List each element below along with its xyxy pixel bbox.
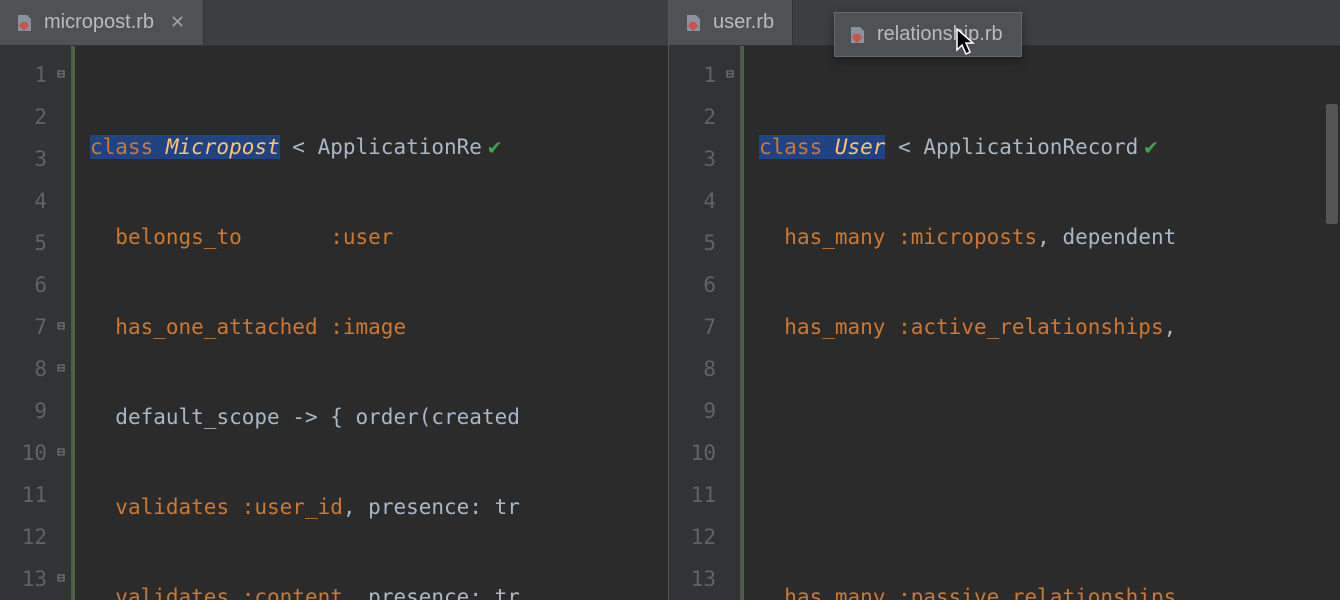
line-number: 5 (0, 222, 71, 264)
code-line: has_many :microposts, dependent (759, 216, 1340, 258)
right-pane: user.rb 1 2 3 4 5 6 7 8 9 10 11 12 13 ⊟ (668, 0, 1340, 600)
drag-tab-label: relationship.rb (877, 23, 1003, 46)
fold-marker-icon[interactable]: ⊟ (54, 362, 68, 376)
code-line: class Micropost < ApplicationRe✔ (90, 126, 668, 168)
ruby-file-icon (683, 13, 703, 33)
line-number: 3 (0, 138, 71, 180)
line-number: 12 (669, 516, 740, 558)
close-icon[interactable]: ✕ (170, 12, 185, 33)
ruby-file-icon (14, 13, 34, 33)
tab-label: user.rb (713, 11, 774, 34)
fold-marker-icon[interactable]: ⊟ (54, 572, 68, 586)
fold-marker-icon[interactable]: ⊟ (54, 446, 68, 460)
fold-marker-icon[interactable]: ⊟ (54, 68, 68, 82)
line-number: 6 (669, 264, 740, 306)
line-number: 13 (669, 558, 740, 600)
line-number: 2 (669, 96, 740, 138)
code-line: class User < ApplicationRecord✔ (759, 126, 1340, 168)
line-number: 4 (0, 180, 71, 222)
code-line: default_scope -> { order(created (90, 396, 668, 438)
code-line: validates :content, presence: tr (90, 576, 668, 600)
vcs-margin (72, 46, 75, 600)
scrollbar-thumb[interactable] (1326, 104, 1338, 224)
line-number: 11 (0, 474, 71, 516)
line-number: 9 (669, 390, 740, 432)
check-icon: ✔ (488, 135, 501, 160)
fold-marker-icon[interactable]: ⊟ (54, 320, 68, 334)
editor-right[interactable]: 1 2 3 4 5 6 7 8 9 10 11 12 13 ⊟ class Us… (669, 46, 1340, 600)
line-number: 12 (0, 516, 71, 558)
line-number: 6 (0, 264, 71, 306)
line-number: 7 (669, 306, 740, 348)
code-line: belongs_to :user (90, 216, 668, 258)
scrollbar[interactable] (1326, 96, 1338, 596)
left-pane: micropost.rb ✕ 1 2 3 4 5 6 7 8 9 10 11 1… (0, 0, 668, 600)
line-number: 5 (669, 222, 740, 264)
line-number: 3 (669, 138, 740, 180)
tab-micropost[interactable]: micropost.rb ✕ (0, 0, 204, 45)
tab-user[interactable]: user.rb (669, 0, 793, 45)
vcs-margin (741, 46, 744, 600)
code-area-right[interactable]: class User < ApplicationRecord✔ has_many… (741, 46, 1340, 600)
gutter-right: 1 2 3 4 5 6 7 8 9 10 11 12 13 ⊟ (669, 46, 741, 600)
line-number: 2 (0, 96, 71, 138)
editor-left[interactable]: 1 2 3 4 5 6 7 8 9 10 11 12 13 ⊟ ⊟ ⊟ ⊟ ⊟ (0, 46, 668, 600)
code-line (759, 486, 1340, 528)
tab-label: micropost.rb (44, 11, 154, 34)
code-line: has_many :active_relationships, (759, 306, 1340, 348)
gutter-left: 1 2 3 4 5 6 7 8 9 10 11 12 13 ⊟ ⊟ ⊟ ⊟ ⊟ (0, 46, 72, 600)
line-number: 11 (669, 474, 740, 516)
code-line: has_many :passive_relationships (759, 576, 1340, 600)
check-icon: ✔ (1144, 135, 1157, 160)
code-area-left[interactable]: class Micropost < ApplicationRe✔ belongs… (72, 46, 668, 600)
fold-marker-icon[interactable]: ⊟ (723, 68, 737, 82)
tab-bar-left: micropost.rb ✕ (0, 0, 668, 46)
editor-split: micropost.rb ✕ 1 2 3 4 5 6 7 8 9 10 11 1… (0, 0, 1340, 600)
code-line: validates :user_id, presence: tr (90, 486, 668, 528)
line-number: 8 (669, 348, 740, 390)
dragged-tab-relationship[interactable]: relationship.rb (834, 12, 1022, 57)
line-number: 10 (669, 432, 740, 474)
line-number: 4 (669, 180, 740, 222)
code-line: has_one_attached :image (90, 306, 668, 348)
ruby-file-icon (847, 25, 867, 45)
line-number: 9 (0, 390, 71, 432)
code-line (759, 396, 1340, 438)
